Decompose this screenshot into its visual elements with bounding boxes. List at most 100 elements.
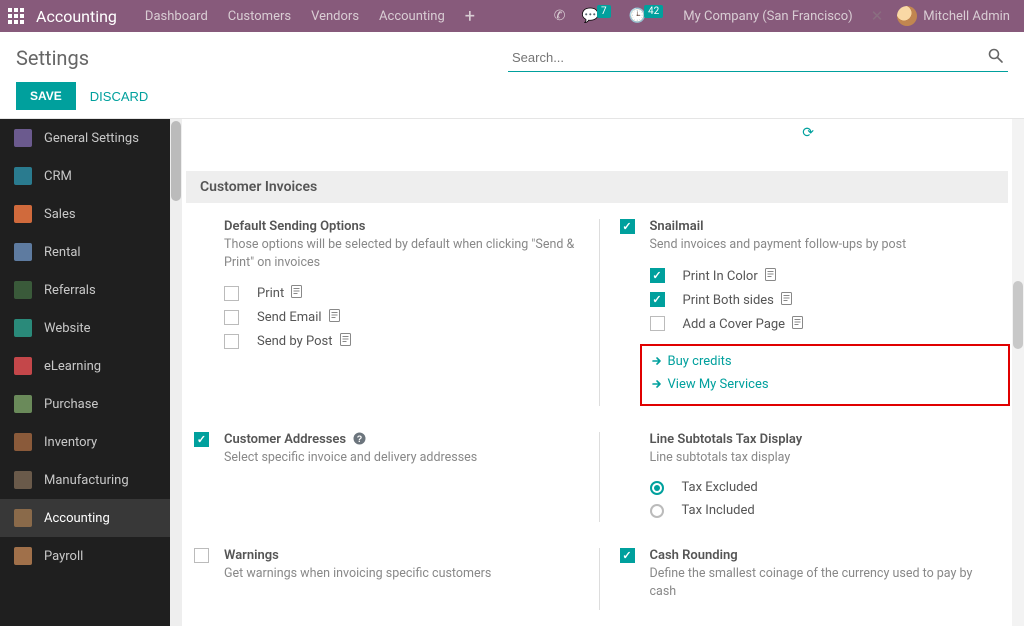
sidebar-scrollbar[interactable]: [170, 119, 182, 626]
sidebar-item-payroll[interactable]: Payroll: [0, 537, 182, 575]
sidebar-icon: [14, 547, 32, 565]
sidebar-label: Website: [44, 321, 91, 336]
checkbox-print-color[interactable]: [650, 268, 665, 283]
user-name: Mitchell Admin: [923, 9, 1010, 24]
sidebar-item-purchase[interactable]: Purchase: [0, 385, 182, 423]
sidebar-item-crm[interactable]: CRM: [0, 157, 182, 195]
sidebar-item-website[interactable]: Website: [0, 309, 182, 347]
sidebar-item-sales[interactable]: Sales: [0, 195, 182, 233]
setting-line-subtotals-desc: Line subtotals tax display: [650, 449, 1001, 467]
label-print: Print: [257, 285, 302, 301]
sidebar-icon: [14, 357, 32, 375]
nav-customers[interactable]: Customers: [218, 9, 301, 24]
sidebar-item-manufacturing[interactable]: Manufacturing: [0, 461, 182, 499]
radio-tax-excluded[interactable]: [650, 481, 664, 495]
highlighted-actions-box: Buy credits View My Services: [640, 344, 1011, 406]
sidebar-label: CRM: [44, 169, 72, 184]
label-tax-included: Tax Included: [682, 503, 755, 518]
arrow-icon: [652, 379, 662, 389]
settings-content: ⟳ Customer Invoices Default Sending Opti…: [182, 119, 1024, 626]
label-print-both-sides: Print Both sides: [683, 292, 793, 308]
sidebar-label: General Settings: [44, 131, 139, 146]
checkbox-cash-rounding[interactable]: [620, 548, 635, 563]
setting-warnings-title: Warnings: [224, 548, 575, 563]
sidebar-icon: [14, 167, 32, 185]
sidebar-item-rental[interactable]: Rental: [0, 233, 182, 271]
checkbox-send-email[interactable]: [224, 310, 239, 325]
sidebar-label: Payroll: [44, 549, 83, 564]
label-tax-excluded: Tax Excluded: [682, 480, 758, 495]
label-send-email: Send Email: [257, 309, 340, 325]
sidebar-icon: [14, 509, 32, 527]
tools-icon[interactable]: ✕: [863, 7, 892, 25]
activities-badge: 42: [644, 5, 663, 18]
discard-button[interactable]: DISCARD: [90, 89, 149, 104]
messages-badge: 7: [597, 5, 611, 18]
avatar: [897, 6, 917, 26]
sidebar-label: Inventory: [44, 435, 97, 450]
nav-dashboard[interactable]: Dashboard: [135, 9, 218, 24]
checkbox-print-both-sides[interactable]: [650, 292, 665, 307]
save-button[interactable]: SAVE: [16, 82, 76, 110]
user-menu[interactable]: Mitchell Admin: [891, 6, 1016, 26]
checkbox-cover-page[interactable]: [650, 316, 665, 331]
activities-icon[interactable]: 🕒42: [621, 8, 674, 24]
company-switcher[interactable]: My Company (San Francisco): [673, 9, 862, 24]
sidebar-icon: [14, 319, 32, 337]
sidebar-item-elearning[interactable]: eLearning: [0, 347, 182, 385]
search-icon[interactable]: [988, 48, 1004, 64]
setting-default-sending-desc: Those options will be selected by defaul…: [224, 236, 575, 271]
sidebar-label: Accounting: [44, 511, 110, 526]
help-icon[interactable]: [353, 432, 366, 445]
messages-icon[interactable]: 💬7: [574, 8, 621, 24]
plus-icon[interactable]: +: [455, 6, 485, 27]
checkbox-print[interactable]: [224, 286, 239, 301]
setting-warnings-desc: Get warnings when invoicing specific cus…: [224, 565, 575, 583]
apps-menu-icon[interactable]: [8, 8, 24, 24]
doc-icon: [765, 268, 776, 281]
checkbox-warnings[interactable]: [194, 548, 209, 563]
sidebar-icon: [14, 243, 32, 261]
arrow-icon: [652, 356, 662, 366]
phone-icon[interactable]: ✆: [546, 8, 574, 24]
sidebar-label: Purchase: [44, 397, 98, 412]
sidebar-label: Referrals: [44, 283, 96, 298]
nav-accounting[interactable]: Accounting: [369, 9, 455, 24]
sidebar-icon: [14, 395, 32, 413]
sidebar-label: Manufacturing: [44, 473, 129, 488]
doc-icon: [340, 333, 351, 346]
app-brand[interactable]: Accounting: [36, 7, 117, 26]
label-send-post: Send by Post: [257, 333, 351, 349]
sidebar-label: Rental: [44, 245, 81, 260]
sidebar-item-referrals[interactable]: Referrals: [0, 271, 182, 309]
settings-sidebar: General Settings CRM Sales Rental Referrals W…: [0, 119, 182, 626]
setting-cash-rounding-desc: Define the smallest coinage of the curre…: [650, 565, 1001, 600]
section-header-customer-invoices: Customer Invoices: [186, 171, 1008, 203]
doc-icon: [781, 292, 792, 305]
sidebar-icon: [14, 471, 32, 489]
sidebar-item-general-settings[interactable]: General Settings: [0, 119, 182, 157]
checkbox-snailmail[interactable]: [620, 219, 635, 234]
content-scrollbar[interactable]: [1012, 119, 1024, 626]
setting-line-subtotals-title: Line Subtotals Tax Display: [650, 432, 1001, 447]
doc-icon: [792, 316, 803, 329]
sidebar-icon: [14, 205, 32, 223]
link-view-my-services[interactable]: View My Services: [652, 373, 999, 396]
setting-customer-addresses-title: Customer Addresses: [224, 432, 575, 447]
link-buy-credits[interactable]: Buy credits: [652, 350, 999, 373]
checkbox-send-post[interactable]: [224, 334, 239, 349]
checkbox-customer-addresses[interactable]: [194, 432, 209, 447]
page-title: Settings: [16, 46, 89, 70]
refresh-icon[interactable]: ⟳: [802, 125, 814, 141]
nav-vendors[interactable]: Vendors: [301, 9, 369, 24]
doc-icon: [291, 285, 302, 298]
setting-customer-addresses-desc: Select specific invoice and delivery add…: [224, 449, 575, 467]
sidebar-label: Sales: [44, 207, 76, 222]
sidebar-item-inventory[interactable]: Inventory: [0, 423, 182, 461]
setting-snailmail-desc: Send invoices and payment follow-ups by …: [650, 236, 1001, 254]
search-input[interactable]: [508, 44, 1008, 72]
sidebar-item-accounting[interactable]: Accounting: [0, 499, 182, 537]
sidebar-icon: [14, 281, 32, 299]
radio-tax-included[interactable]: [650, 504, 664, 518]
setting-default-sending-title: Default Sending Options: [224, 219, 575, 234]
